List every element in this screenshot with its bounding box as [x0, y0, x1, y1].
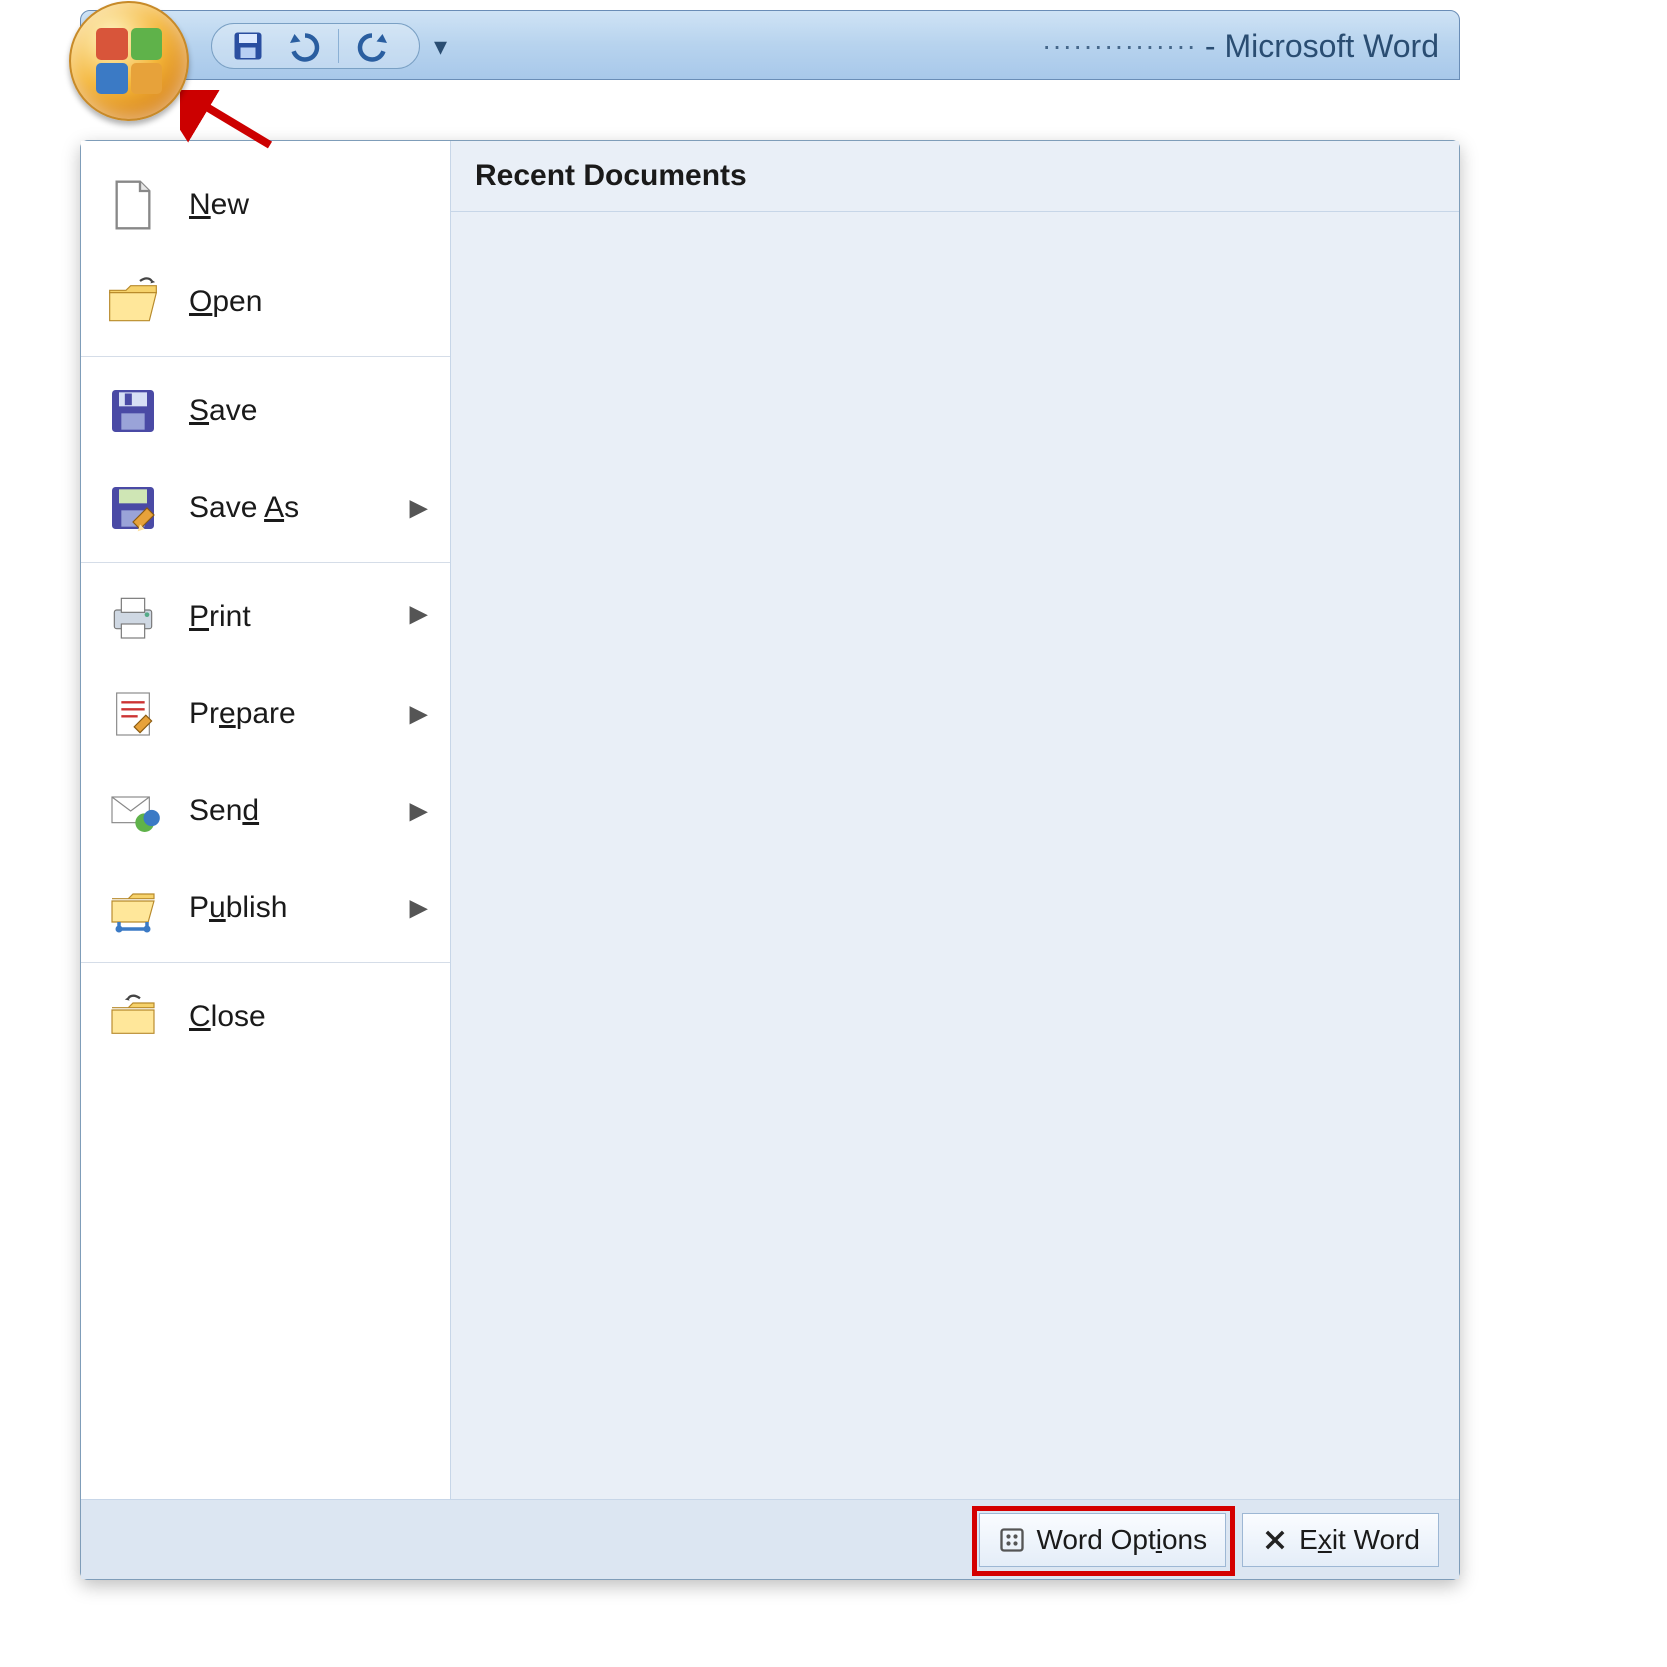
office-menu-commands: New Open Save Save As ▶ Print [81, 141, 451, 1499]
document-name-obscured: ··············· [1042, 30, 1197, 62]
save-as-icon [103, 478, 163, 538]
menu-item-label: Print [189, 600, 251, 634]
qat-redo-button[interactable] [357, 28, 393, 64]
close-x-icon [1261, 1526, 1289, 1554]
menu-item-open[interactable]: Open [81, 253, 450, 350]
recent-documents-header: Recent Documents [451, 141, 1459, 212]
menu-item-print[interactable]: Print ▶ [81, 562, 450, 665]
prepare-icon [103, 684, 163, 744]
submenu-arrow-icon: ▶ [410, 494, 428, 523]
exit-word-button[interactable]: Exit Word [1242, 1513, 1439, 1567]
submenu-arrow-icon: ▶ [410, 700, 428, 729]
menu-item-label: Open [189, 285, 262, 319]
send-icon [103, 781, 163, 841]
app-name: - Microsoft Word [1205, 28, 1439, 65]
submenu-arrow-icon: ▶ [410, 894, 428, 923]
qat-undo-button[interactable] [284, 28, 320, 64]
undo-icon [284, 28, 320, 64]
redo-icon [357, 28, 393, 64]
menu-item-close[interactable]: Close [81, 962, 450, 1065]
menu-item-label: Save [189, 394, 257, 428]
save-disk-icon [103, 381, 163, 441]
menu-item-send[interactable]: Send ▶ [81, 762, 450, 859]
menu-item-label: Save As [189, 491, 299, 525]
menu-item-label: New [189, 188, 249, 222]
save-icon [230, 28, 266, 64]
close-folder-icon [103, 987, 163, 1047]
publish-icon [103, 878, 163, 938]
menu-item-publish[interactable]: Publish ▶ [81, 859, 450, 956]
menu-item-label: Send [189, 794, 259, 828]
button-label: Word Options [1036, 1524, 1207, 1556]
word-options-button[interactable]: Word Options [979, 1513, 1226, 1567]
options-icon [998, 1526, 1026, 1554]
submenu-arrow-icon: ▶ [410, 600, 428, 629]
button-label: Exit Word [1299, 1524, 1420, 1556]
quick-access-toolbar: ▾ [211, 21, 447, 71]
title-bar: ▾ ··············· - Microsoft Word [80, 10, 1460, 80]
menu-item-label: Close [189, 1000, 266, 1034]
menu-item-label: Publish [189, 891, 287, 925]
submenu-arrow-icon: ▶ [410, 797, 428, 826]
office-menu: New Open Save Save As ▶ Print [80, 140, 1460, 1580]
menu-item-label: Prepare [189, 697, 296, 731]
open-folder-icon [103, 272, 163, 332]
recent-documents-panel: Recent Documents [451, 141, 1459, 1499]
office-logo-icon [96, 28, 162, 94]
qat-customize-dropdown[interactable]: ▾ [434, 31, 447, 62]
menu-item-save-as[interactable]: Save As ▶ [81, 459, 450, 556]
office-button[interactable] [69, 1, 189, 121]
menu-item-new[interactable]: New [81, 157, 450, 253]
menu-item-prepare[interactable]: Prepare ▶ [81, 665, 450, 762]
print-icon [103, 587, 163, 647]
new-document-icon [103, 175, 163, 235]
window-title: ··············· - Microsoft Word [1042, 11, 1439, 81]
menu-item-save[interactable]: Save [81, 356, 450, 459]
office-menu-footer: Word Options Exit Word [81, 1499, 1459, 1579]
annotation-arrow-icon [180, 90, 300, 160]
qat-save-button[interactable] [230, 28, 266, 64]
